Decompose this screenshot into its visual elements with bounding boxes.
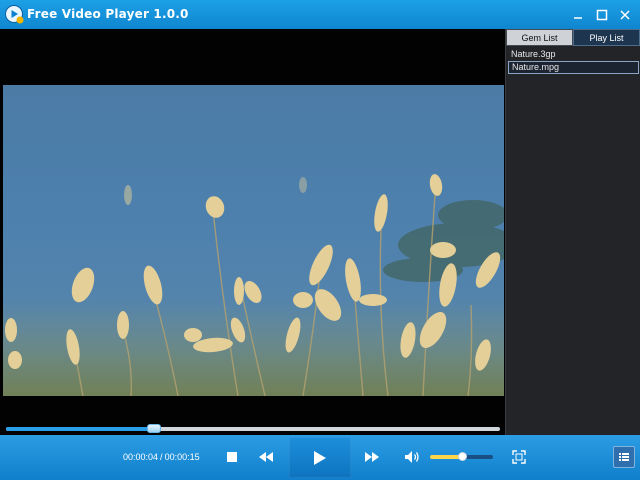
total-time: 00:00:15	[164, 452, 200, 462]
current-time: 00:00:04	[123, 452, 159, 462]
play-button[interactable]	[289, 437, 351, 478]
playlist-tabs: Gem List Play List	[506, 29, 640, 46]
rewind-icon	[259, 452, 273, 462]
speaker-icon	[405, 451, 419, 463]
control-bar: 00:00:04 / 00:00:15	[0, 435, 640, 480]
stop-button[interactable]	[222, 447, 242, 467]
maximize-button[interactable]	[592, 5, 612, 25]
list-icon	[619, 453, 629, 461]
video-area[interactable]	[0, 29, 505, 435]
time-separator: /	[160, 452, 163, 462]
close-icon	[620, 10, 630, 20]
video-frame[interactable]	[3, 85, 504, 396]
fullscreen-icon	[512, 450, 526, 464]
tab-gem-list[interactable]: Gem List	[506, 29, 573, 46]
volume-slider-thumb[interactable]	[457, 452, 467, 461]
playlist: Nature.3gp Nature.mpg	[508, 48, 639, 74]
volume-slider-fill	[430, 455, 462, 459]
playlist-panel: Gem List Play List Nature.3gp Nature.mpg	[505, 29, 640, 435]
time-display: 00:00:04 / 00:00:15	[123, 452, 200, 462]
playlist-toggle-button[interactable]	[613, 446, 635, 468]
fast-forward-icon	[365, 452, 379, 462]
volume-button[interactable]	[402, 447, 422, 467]
window-title: Free Video Player 1.0.0	[27, 7, 189, 21]
minimize-button[interactable]	[568, 5, 588, 25]
tab-play-list[interactable]: Play List	[573, 29, 640, 46]
seek-bar[interactable]	[6, 424, 500, 433]
next-button[interactable]	[362, 447, 382, 467]
play-disc-icon	[4, 4, 25, 25]
seek-bar-thumb[interactable]	[147, 424, 162, 433]
play-icon	[314, 450, 326, 465]
title-bar: Free Video Player 1.0.0	[0, 0, 640, 29]
volume-slider[interactable]	[430, 452, 493, 461]
playlist-item-selected[interactable]: Nature.mpg	[508, 61, 639, 74]
playlist-item[interactable]: Nature.3gp	[508, 48, 639, 61]
video-content-image	[3, 174, 504, 396]
previous-button[interactable]	[256, 447, 276, 467]
stop-icon	[227, 452, 237, 462]
close-button[interactable]	[615, 5, 635, 25]
seek-bar-fill	[6, 427, 155, 431]
minimize-icon	[574, 17, 582, 19]
maximize-icon	[596, 9, 608, 21]
fullscreen-button[interactable]	[509, 447, 529, 467]
